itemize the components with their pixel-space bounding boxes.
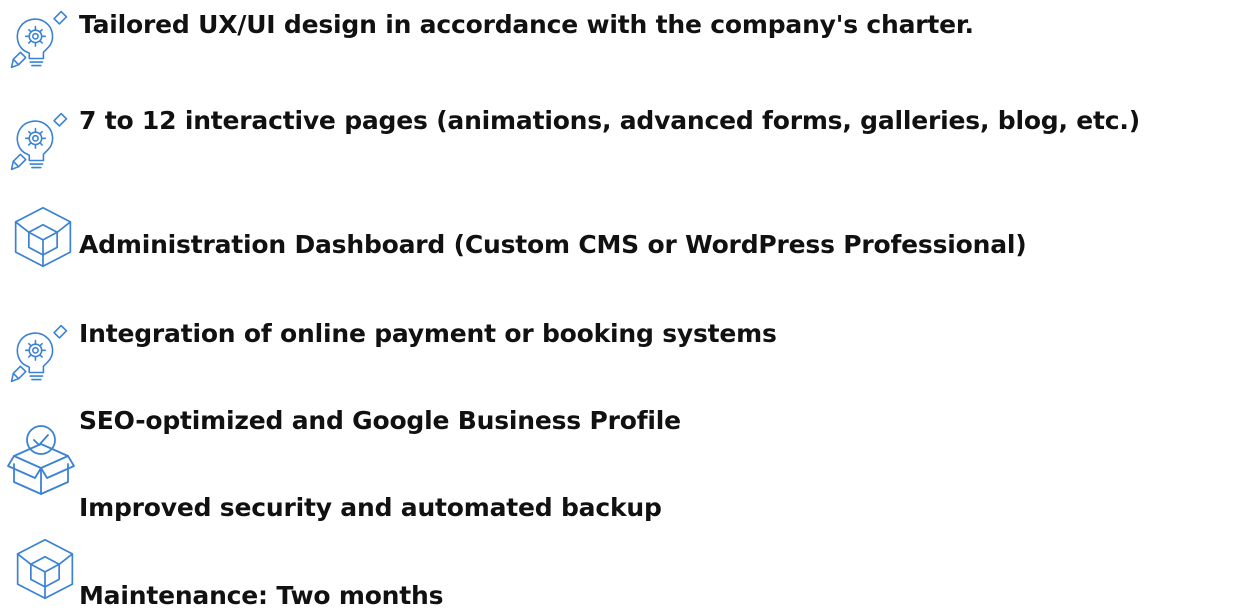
lightbulb-gear-icon [8, 8, 70, 70]
feature-label: Improved security and automated backup [79, 493, 662, 522]
feature-label: Integration of online payment or booking… [79, 319, 777, 348]
lightbulb-gear-icon [8, 110, 70, 172]
verified-box-icon [6, 418, 76, 498]
feature-label: 7 to 12 interactive pages (animations, a… [79, 106, 1140, 135]
feature-list: Tailored UX/UI design in accordance with… [0, 0, 1256, 610]
feature-label: Maintenance: Two months [79, 581, 444, 610]
cube-icon [12, 536, 78, 602]
feature-label: Tailored UX/UI design in accordance with… [79, 10, 974, 39]
lightbulb-gear-icon [8, 322, 70, 384]
feature-label: Administration Dashboard (Custom CMS or … [79, 230, 1027, 259]
cube-icon [10, 204, 76, 270]
feature-label: SEO-optimized and Google Business Profil… [79, 406, 681, 435]
